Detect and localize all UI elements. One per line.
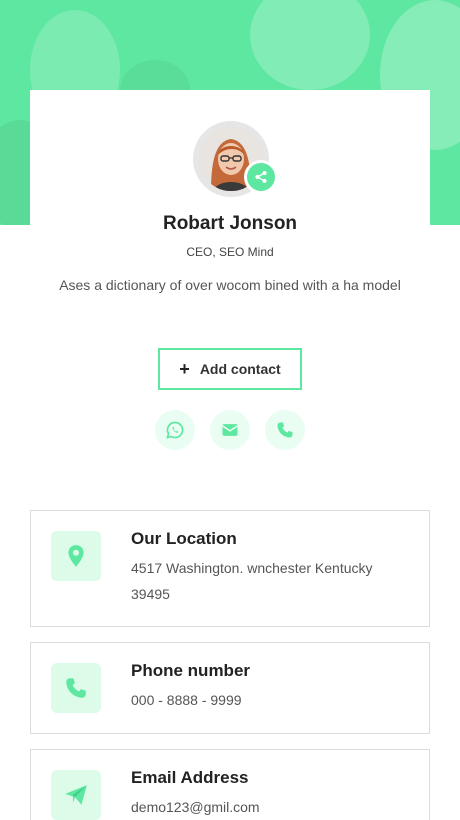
email-button[interactable] — [210, 410, 250, 450]
email-title: Email Address — [131, 768, 249, 787]
phone-card: Phone number 000 - 8888 - 9999 — [30, 642, 430, 734]
plus-icon: + — [179, 359, 190, 379]
add-contact-label: Add contact — [199, 361, 281, 377]
location-icon-box — [51, 531, 101, 581]
profile-bio: Ases a dictionary of over wocom bined wi… — [59, 277, 401, 293]
profile-name: Robart Jonson — [162, 213, 298, 234]
hero-photo-shape — [250, 0, 370, 90]
email-text: demo123@gmil.com — [131, 799, 260, 815]
profile-card: Robart Jonson CEO, SEO Mind Ases a dicti… — [30, 90, 430, 490]
phone-icon-box — [51, 663, 101, 713]
whatsapp-icon — [166, 421, 184, 439]
email-card: Email Address demo123@gmil.com — [30, 749, 430, 820]
whatsapp-button[interactable] — [155, 410, 195, 450]
phone-button[interactable] — [265, 410, 305, 450]
phone-icon — [66, 678, 86, 698]
phone-icon — [277, 422, 293, 438]
social-links — [155, 410, 305, 450]
email-icon-box — [51, 770, 101, 820]
map-pin-icon — [68, 545, 84, 567]
profile-role: CEO, SEO Mind — [186, 245, 274, 259]
add-contact-button[interactable]: + Add contact — [158, 348, 302, 390]
location-card: Our Location 4517 Washington. wnchester … — [30, 510, 430, 627]
envelope-icon — [222, 424, 238, 436]
avatar-frame — [193, 121, 278, 197]
share-icon — [255, 170, 267, 184]
location-text: 4517 Washington. wnchester Kentucky 3949… — [131, 560, 373, 602]
paper-plane-icon — [65, 785, 87, 805]
phone-title: Phone number — [131, 661, 251, 680]
phone-text: 000 - 8888 - 9999 — [131, 692, 242, 708]
share-button[interactable] — [244, 160, 278, 194]
location-title: Our Location — [131, 529, 237, 548]
